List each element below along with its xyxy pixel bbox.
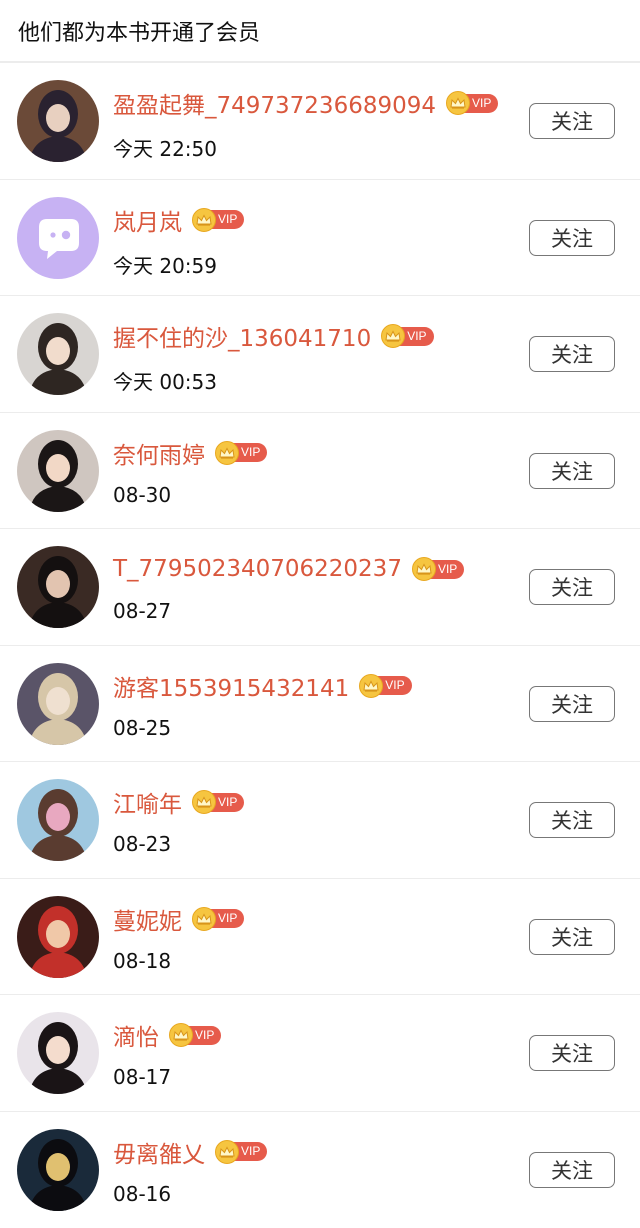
follow-button[interactable]: 关注 [529, 336, 615, 372]
follow-button[interactable]: 关注 [529, 1152, 615, 1188]
name-line: 岚月岚 VIP [113, 205, 244, 235]
crown-icon [215, 1140, 239, 1164]
page-header: 他们都为本书开通了会员 [0, 0, 640, 63]
vip-badge: VIP [192, 908, 244, 930]
follow-button[interactable]: 关注 [529, 569, 615, 605]
page-title: 他们都为本书开通了会员 [18, 15, 260, 47]
name-line: 游客1553915432141 VIP [113, 671, 412, 701]
member-name[interactable]: 毋离雒乂 [113, 1135, 205, 1169]
member-row[interactable]: 盈盈起舞_749737236689094 VIP 今天 22:50 关注 [0, 63, 640, 180]
join-time: 今天 20:59 [113, 250, 217, 279]
crown-icon [169, 1023, 193, 1047]
vip-badge: VIP [359, 675, 411, 697]
follow-button[interactable]: 关注 [529, 453, 615, 489]
name-line: 滴怡 VIP [113, 1020, 221, 1050]
member-row[interactable]: 毋离雒乂 VIP 08-16 关注 [0, 1112, 640, 1228]
crown-icon [412, 557, 436, 581]
vip-badge: VIP [192, 209, 244, 231]
member-name[interactable]: 江喻年 [113, 785, 182, 819]
avatar-4[interactable] [17, 430, 99, 512]
member-name[interactable]: 滴怡 [113, 1018, 159, 1052]
avatar-1[interactable] [17, 80, 99, 162]
name-line: T_77950234070622023​7 VIP [113, 554, 464, 584]
join-time: 08-17 [113, 1065, 171, 1089]
name-line: 奈何雨婷 VIP [113, 438, 267, 468]
vip-badge: VIP [215, 442, 267, 464]
join-time: 08-16 [113, 1182, 171, 1206]
join-time: 08-27 [113, 599, 171, 623]
name-line: 江喻年 VIP [113, 787, 244, 817]
name-line: 盈盈起舞_749737236689094 VIP [113, 88, 498, 118]
follow-button[interactable]: 关注 [529, 103, 615, 139]
member-row[interactable]: 岚月岚 VIP 今天 20:59 关注 [0, 180, 640, 297]
join-time: 今天 00:53 [113, 366, 217, 395]
avatar-6[interactable] [17, 663, 99, 745]
follow-button[interactable]: 关注 [529, 220, 615, 256]
crown-icon [446, 91, 470, 115]
join-time: 今天 22:50 [113, 133, 217, 162]
member-list: 盈盈起舞_749737236689094 VIP 今天 22:50 关注 岚月岚… [0, 63, 640, 1228]
vip-badge: VIP [381, 325, 433, 347]
crown-icon [215, 441, 239, 465]
vip-badge: VIP [215, 1141, 267, 1163]
avatar-10[interactable] [17, 1129, 99, 1211]
member-name[interactable]: 握不住的沙_136041710 [113, 319, 371, 353]
crown-icon [359, 674, 383, 698]
member-name[interactable]: 盈盈起舞_749737236689094 [113, 86, 436, 120]
name-line: 毋离雒乂 VIP [113, 1137, 267, 1167]
member-name[interactable]: T_77950234070622023​7 [113, 556, 402, 582]
avatar-5[interactable] [17, 546, 99, 628]
avatar-9[interactable] [17, 1012, 99, 1094]
follow-button[interactable]: 关注 [529, 919, 615, 955]
vip-badge: VIP [192, 791, 244, 813]
member-row[interactable]: 游客1553915432141 VIP 08-25 关注 [0, 646, 640, 763]
crown-icon [192, 790, 216, 814]
name-line: 蔓妮妮 VIP [113, 904, 244, 934]
join-time: 08-25 [113, 716, 171, 740]
join-time: 08-23 [113, 832, 171, 856]
crown-icon [192, 907, 216, 931]
vip-badge: VIP [169, 1024, 221, 1046]
default-chat-avatar[interactable] [17, 197, 99, 279]
follow-button[interactable]: 关注 [529, 686, 615, 722]
join-time: 08-18 [113, 949, 171, 973]
follow-button[interactable]: 关注 [529, 1035, 615, 1071]
crown-icon [192, 208, 216, 232]
member-name[interactable]: 奈何雨婷 [113, 436, 205, 470]
member-row[interactable]: 江喻年 VIP 08-23 关注 [0, 762, 640, 879]
member-name[interactable]: 游客1553915432141 [113, 669, 349, 703]
name-line: 握不住的沙_136041710 VIP [113, 321, 434, 351]
avatar-7[interactable] [17, 779, 99, 861]
member-row[interactable]: 滴怡 VIP 08-17 关注 [0, 995, 640, 1112]
member-row[interactable]: 蔓妮妮 VIP 08-18 关注 [0, 879, 640, 996]
member-name[interactable]: 蔓妮妮 [113, 902, 182, 936]
avatar-8[interactable] [17, 896, 99, 978]
member-row[interactable]: 握不住的沙_136041710 VIP 今天 00:53 关注 [0, 296, 640, 413]
vip-badge: VIP [412, 558, 464, 580]
vip-badge: VIP [446, 92, 498, 114]
join-time: 08-30 [113, 483, 171, 507]
member-name[interactable]: 岚月岚 [113, 203, 182, 237]
member-row[interactable]: 奈何雨婷 VIP 08-30 关注 [0, 413, 640, 530]
member-row[interactable]: T_77950234070622023​7 VIP 08-27 关注 [0, 529, 640, 646]
follow-button[interactable]: 关注 [529, 802, 615, 838]
avatar-3[interactable] [17, 313, 99, 395]
